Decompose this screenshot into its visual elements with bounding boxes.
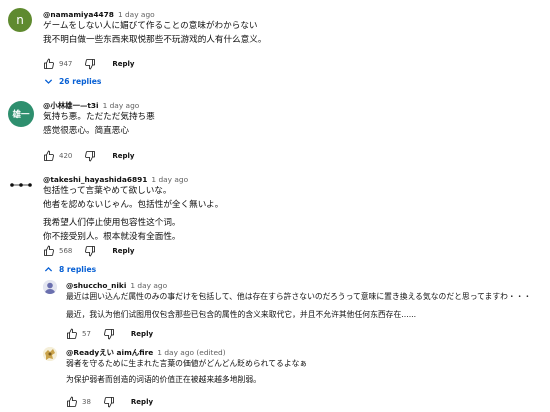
thumbs-down-icon[interactable] bbox=[84, 150, 96, 162]
avatar-dots-icon bbox=[10, 183, 32, 187]
reply-line: 最近，我认为他们试图用仅包含那些已包含的属性的含义来取代它，并且不允许其他任何东… bbox=[66, 309, 417, 319]
comment-time[interactable]: 1 day ago bbox=[151, 175, 188, 184]
comment-line: 気持ち悪。ただただ気持ち悪 bbox=[43, 112, 155, 122]
comment-line: 他者を認めないじゃん。包括性が全く無いよ。 bbox=[43, 199, 224, 210]
thumbs-down-icon[interactable] bbox=[84, 245, 96, 257]
comment-body: 包括性って言葉やめて欲しいな。 他者を認めないじゃん。包括性が全く無いよ。 我希… bbox=[43, 185, 223, 244]
thumbs-up-icon[interactable] bbox=[66, 328, 78, 340]
avatar-letter: n bbox=[16, 13, 24, 27]
comment-line: 你不接受别人。根本就没有全面性。 bbox=[43, 231, 181, 242]
like-count: 568 bbox=[59, 247, 73, 255]
comment-actions: 420 Reply bbox=[43, 149, 135, 163]
hide-replies-button[interactable]: 8 replies bbox=[44, 265, 96, 274]
thumbs-down-icon[interactable] bbox=[84, 58, 96, 70]
reply-time[interactable]: 1 day ago bbox=[130, 281, 167, 290]
like-count: 57 bbox=[82, 330, 91, 338]
comment-line: 包括性って言葉やめて欲しいな。 bbox=[43, 186, 172, 196]
view-replies-button[interactable]: 26 replies bbox=[44, 77, 101, 86]
like-count: 420 bbox=[59, 152, 73, 160]
comment-author[interactable]: @小林雄一—t3i bbox=[43, 101, 99, 110]
reply-button[interactable]: Reply bbox=[112, 247, 134, 255]
reply-author[interactable]: @shuccho_niki bbox=[66, 281, 126, 290]
reply-button[interactable]: Reply bbox=[112, 152, 134, 160]
reply-line: 最近は囲い込んだ属性のみの事だけを包括して、他は存在すら許さないのだろうって意味… bbox=[66, 292, 532, 301]
chevron-down-icon bbox=[44, 79, 53, 84]
comment-actions: 568 Reply bbox=[43, 244, 135, 258]
reply-button[interactable]: Reply bbox=[131, 398, 153, 406]
avatar[interactable]: 雄一 bbox=[8, 101, 34, 127]
thumbs-down-icon[interactable] bbox=[103, 328, 115, 340]
reply-header: @Readyえい aimんfire 1 day ago (edited) bbox=[66, 348, 226, 358]
comment-line: 感觉很恶心。简直恶心 bbox=[43, 125, 129, 136]
reply-author[interactable]: @Readyえい aimんfire bbox=[66, 348, 153, 357]
comment-line: ゲームをしない人に媚びて作ることの意味がわからない bbox=[43, 21, 258, 31]
reply-line: 弱者を守るために生まれた言葉の価値がどんどん貶められてるよなぁ bbox=[66, 359, 308, 368]
comment-line: 我希望人们停止使用包容性这个词。 bbox=[43, 218, 181, 228]
comment-header: @takeshi_hayashida6891 1 day ago bbox=[43, 175, 188, 185]
thumbs-up-icon[interactable] bbox=[66, 396, 78, 408]
avatar-image bbox=[43, 347, 57, 361]
reply-button[interactable]: Reply bbox=[112, 60, 134, 68]
thumbs-up-icon[interactable] bbox=[43, 58, 55, 70]
comment-time[interactable]: 1 day ago bbox=[103, 101, 140, 110]
comment-header: @小林雄一—t3i 1 day ago bbox=[43, 101, 139, 111]
reply-actions: 57 Reply bbox=[66, 327, 153, 341]
reply-button[interactable]: Reply bbox=[131, 330, 153, 338]
comment-body: 気持ち悪。ただただ気持ち悪 感觉很恶心。简直恶心 bbox=[43, 111, 155, 138]
avatar-letter: 雄一 bbox=[12, 110, 30, 120]
reply-body: 弱者を守るために生まれた言葉の価値がどんどん貶められてるよなぁ 为保护弱者而创造… bbox=[66, 358, 307, 386]
avatar[interactable]: n bbox=[8, 8, 32, 32]
hide-replies-label: 8 replies bbox=[59, 265, 97, 274]
reply-actions: 38 Reply bbox=[66, 395, 153, 409]
comment-header: @namamiya4478 1 day ago bbox=[43, 10, 155, 20]
like-count: 947 bbox=[59, 60, 73, 68]
comment-body: ゲームをしない人に媚びて作ることの意味がわからない 我不明白做一些东西来取悦那些… bbox=[43, 20, 266, 47]
thumbs-down-icon[interactable] bbox=[103, 396, 115, 408]
avatar[interactable] bbox=[43, 347, 57, 361]
chevron-up-icon bbox=[44, 266, 53, 272]
thumbs-up-icon[interactable] bbox=[43, 245, 55, 257]
avatar[interactable] bbox=[8, 172, 34, 198]
reply-line: 为保护弱者而创造的词语的价值正在被越来越多地削弱。 bbox=[66, 374, 261, 384]
reply-time[interactable]: 1 day ago (edited) bbox=[157, 348, 225, 357]
view-replies-label: 26 replies bbox=[59, 77, 102, 86]
reply-header: @shuccho_niki 1 day ago bbox=[66, 281, 167, 291]
comment-line: 我不明白做一些东西来取悦那些不玩游戏的人有什么意义。 bbox=[43, 34, 267, 45]
comment-actions: 947 Reply bbox=[43, 57, 135, 71]
thumbs-up-icon[interactable] bbox=[43, 150, 55, 162]
comment-author[interactable]: @namamiya4478 bbox=[43, 10, 114, 19]
avatar[interactable] bbox=[43, 280, 57, 294]
comment-author[interactable]: @takeshi_hayashida6891 bbox=[43, 175, 147, 184]
like-count: 38 bbox=[82, 398, 91, 406]
reply-body: 最近は囲い込んだ属性のみの事だけを包括して、他は存在すら許さないのだろうって意味… bbox=[66, 291, 531, 321]
avatar-image bbox=[43, 280, 57, 294]
comment-time[interactable]: 1 day ago bbox=[118, 10, 155, 19]
